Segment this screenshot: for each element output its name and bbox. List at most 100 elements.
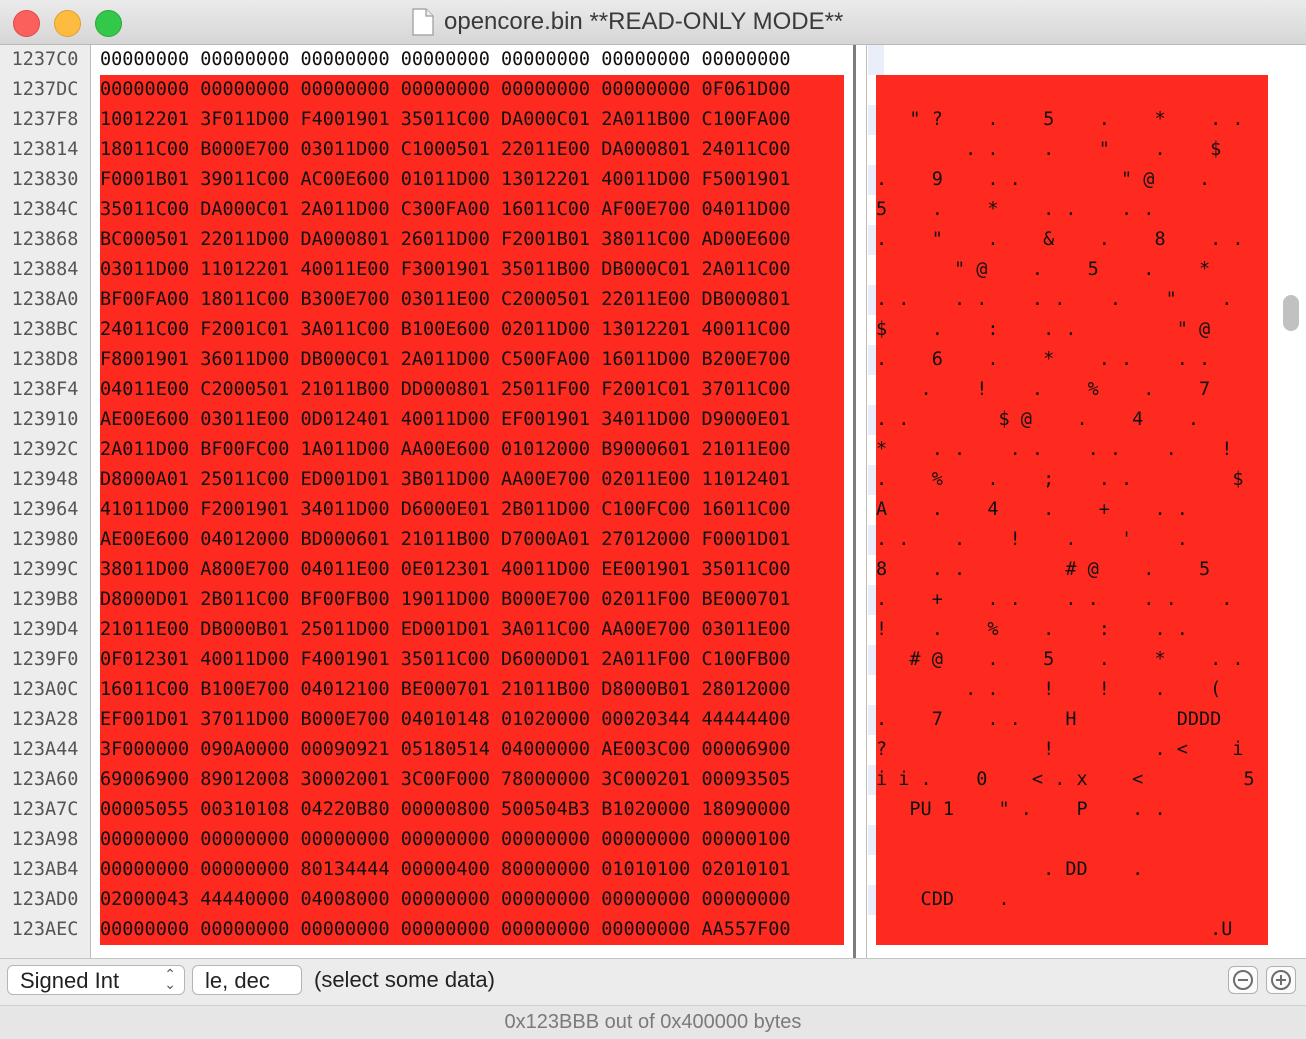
row-ascii[interactable]: " @ . 5 . * [876,255,1271,285]
row-ascii[interactable]: 5 . * . . . . [876,195,1271,225]
row-hex-bytes[interactable]: 35011C00 DA000C01 2A011D00 C300FA00 1601… [100,195,850,225]
row-hex-bytes[interactable]: 0F012301 40011D00 F4001901 35011C00 D600… [100,645,850,675]
row-hex-bytes[interactable]: 00000000 00000000 00000000 00000000 0000… [100,915,850,945]
hex-row[interactable]: 123948 D8000A01 25011C00 ED001D01 3B011D0… [0,465,1306,495]
hex-row[interactable]: 123830 F0001B01 39011C00 AC00E600 01011D0… [0,165,1306,195]
row-ascii[interactable]: . . . ! . ' . [876,525,1271,555]
row-hex-bytes[interactable]: F0001B01 39011C00 AC00E600 01011D00 1301… [100,165,850,195]
hex-row[interactable]: 12392C 2A011D00 BF00FC00 1A011D00 AA00E60… [0,435,1306,465]
row-hex-bytes[interactable]: D8000D01 2B011C00 BF00FB00 19011D00 B000… [100,585,850,615]
row-hex-bytes[interactable]: AE00E600 03011E00 0D012401 40011D00 EF00… [100,405,850,435]
hex-row[interactable]: 12384C 35011C00 DA000C01 2A011D00 C300FA0… [0,195,1306,225]
hex-row[interactable]: 123A98 00000000 00000000 00000000 0000000… [0,825,1306,855]
row-ascii[interactable]: PU 1 " . P . . [876,795,1271,825]
hex-row[interactable]: 1238D8 F8001901 36011D00 DB000C01 2A011D0… [0,345,1306,375]
hex-row[interactable]: 1239B8 D8000D01 2B011C00 BF00FB00 19011D0… [0,585,1306,615]
row-hex-bytes[interactable]: AE00E600 04012000 BD000601 21011B00 D700… [100,525,850,555]
row-hex-bytes[interactable]: 18011C00 B000E700 03011D00 C1000501 2201… [100,135,850,165]
row-ascii[interactable]: i i . 0 < . x < 5 [876,765,1271,795]
hex-row[interactable]: 1237C0 00000000 00000000 00000000 0000000… [0,45,1306,75]
row-ascii[interactable]: . + . . . . . . . [876,585,1271,615]
window-title-text: opencore.bin **READ-ONLY MODE** [444,8,844,35]
row-offset: 1238F4 [11,379,79,400]
hex-row[interactable]: 123964 41011D00 F2001901 34011D00 D6000E0… [0,495,1306,525]
row-hex-bytes[interactable]: 41011D00 F2001901 34011D00 D6000E01 2B01… [100,495,850,525]
row-hex-bytes[interactable]: 00000000 00000000 80134444 00000400 8000… [100,855,850,885]
row-hex-bytes[interactable]: 2A011D00 BF00FC00 1A011D00 AA00E600 0101… [100,435,850,465]
row-hex-bytes[interactable]: 00000000 00000000 00000000 00000000 0000… [100,45,850,75]
row-hex-bytes[interactable]: 03011D00 11012201 40011E00 F3001901 3501… [100,255,850,285]
zoom-window-button[interactable] [95,10,122,37]
row-hex-bytes[interactable]: BF00FA00 18011C00 B300E700 03011E00 C200… [100,285,850,315]
hex-row[interactable]: 123868 BC000501 22011D00 DA000801 26011D0… [0,225,1306,255]
hex-row[interactable]: 123A7C 00005055 00310108 04220B80 0000080… [0,795,1306,825]
row-ascii[interactable]: . 7 . . H DDDD [876,705,1271,735]
row-ascii[interactable]: CDD . [876,885,1271,915]
row-ascii[interactable]: . ! . % . 7 [876,375,1271,405]
row-hex-bytes[interactable]: 24011C00 F2001C01 3A011C00 B100E600 0201… [100,315,850,345]
hex-row[interactable]: 123910 AE00E600 03011E00 0D012401 40011D0… [0,405,1306,435]
hex-row[interactable]: 1237F8 10012201 3F011D00 F4001901 35011C0… [0,105,1306,135]
row-hex-bytes[interactable]: 21011E00 DB000B01 25011D00 ED001D01 3A01… [100,615,850,645]
row-hex-bytes[interactable]: F8001901 36011D00 DB000C01 2A011D00 C500… [100,345,850,375]
row-hex-bytes[interactable]: 16011C00 B100E700 04012100 BE000701 2101… [100,675,850,705]
hex-row[interactable]: 12399C 38011D00 A800E700 04011E00 0E01230… [0,555,1306,585]
hex-editor-view[interactable]: 1237C0 00000000 00000000 00000000 0000000… [0,45,1306,958]
row-hex-bytes[interactable]: D8000A01 25011C00 ED001D01 3B011D00 AA00… [100,465,850,495]
hex-row[interactable]: 123980 AE00E600 04012000 BD000601 21011B0… [0,525,1306,555]
format-select[interactable]: le, dec [192,965,302,995]
minimize-window-button[interactable] [54,10,81,37]
row-ascii[interactable]: . % . ; . . $ [876,465,1271,495]
hex-row[interactable]: 123A60 69006900 89012008 30002001 3C00F00… [0,765,1306,795]
hex-row[interactable]: 123A0C 16011C00 B100E700 04012100 BE00070… [0,675,1306,705]
row-hex-bytes[interactable]: 00005055 00310108 04220B80 00000800 5005… [100,795,850,825]
row-ascii[interactable]: . 6 . * . . . . [876,345,1271,375]
row-ascii[interactable]: A . 4 . + . . [876,495,1271,525]
hex-row[interactable]: 123A44 3F000000 090A0000 00090921 0518051… [0,735,1306,765]
hex-row[interactable]: 1238F4 04011E00 C2000501 21011B00 DD00080… [0,375,1306,405]
hex-row[interactable]: 1238A0 BF00FA00 18011C00 B300E700 03011E0… [0,285,1306,315]
row-ascii[interactable]: 8 . . # @ . 5 [876,555,1271,585]
byte-position-status: 0x123BBB out of 0x400000 bytes [504,1011,802,1033]
row-ascii[interactable]: * . . . . . . . ! [876,435,1271,465]
hex-row[interactable]: 123AD0 02000043 44440000 04008000 0000000… [0,885,1306,915]
hex-row[interactable]: 1238BC 24011C00 F2001C01 3A011C00 B100E60… [0,315,1306,345]
row-ascii[interactable]: ? ! . < i [876,735,1271,765]
hex-row[interactable]: 123814 18011C00 B000E700 03011D00 C100050… [0,135,1306,165]
hex-row[interactable]: 123A28 EF001D01 37011D00 B000E700 0401014… [0,705,1306,735]
hex-row[interactable]: 123AB4 00000000 00000000 80134444 0000040… [0,855,1306,885]
row-hex-bytes[interactable]: EF001D01 37011D00 B000E700 04010148 0102… [100,705,850,735]
row-hex-bytes[interactable]: 00000000 00000000 00000000 00000000 0000… [100,75,850,105]
row-ascii[interactable]: ! . % . : . . [876,615,1271,645]
row-ascii[interactable]: . 9 . . " @ . [876,165,1271,195]
add-inspector-button[interactable] [1266,966,1296,994]
close-window-button[interactable] [13,10,40,37]
hex-row[interactable]: 1237DC 00000000 00000000 00000000 0000000… [0,75,1306,105]
row-ascii[interactable]: . . . . . . . " . [876,285,1271,315]
hex-row[interactable]: 123884 03011D00 11012201 40011E00 F300190… [0,255,1306,285]
remove-inspector-button[interactable] [1228,966,1258,994]
row-hex-bytes[interactable]: 38011D00 A800E700 04011E00 0E012301 4001… [100,555,850,585]
row-ascii[interactable]: . . . " . $ [876,135,1271,165]
hex-row[interactable]: 123AEC 00000000 00000000 00000000 0000000… [0,915,1306,945]
row-ascii[interactable]: .U [876,915,1271,945]
hex-row[interactable]: 1239F0 0F012301 40011D00 F4001901 35011C0… [0,645,1306,675]
row-hex-bytes[interactable]: 02000043 44440000 04008000 00000000 0000… [100,885,850,915]
row-hex-bytes[interactable]: BC000501 22011D00 DA000801 26011D00 F200… [100,225,850,255]
row-offset: 123AB4 [11,859,79,880]
row-ascii[interactable]: " ? . 5 . * . . [876,105,1271,135]
row-ascii[interactable]: # @ . 5 . * . . [876,645,1271,675]
row-hex-bytes[interactable]: 69006900 89012008 30002001 3C00F000 7800… [100,765,850,795]
row-ascii[interactable]: $ . : . . " @ [876,315,1271,345]
vertical-scrollbar-thumb[interactable] [1283,295,1299,331]
row-ascii[interactable]: . . $ @ . 4 . [876,405,1271,435]
hex-row[interactable]: 1239D4 21011E00 DB000B01 25011D00 ED001D0… [0,615,1306,645]
row-hex-bytes[interactable]: 00000000 00000000 00000000 00000000 0000… [100,825,850,855]
data-type-select[interactable]: Signed Int ⌃ ⌄ [7,965,185,995]
row-ascii[interactable]: . " . & . 8 . . [876,225,1271,255]
row-hex-bytes[interactable]: 10012201 3F011D00 F4001901 35011C00 DA00… [100,105,850,135]
row-ascii[interactable]: . . ! ! . ( [876,675,1271,705]
row-hex-bytes[interactable]: 04011E00 C2000501 21011B00 DD000801 2501… [100,375,850,405]
row-hex-bytes[interactable]: 3F000000 090A0000 00090921 05180514 0400… [100,735,850,765]
row-ascii[interactable]: . DD . [876,855,1271,885]
